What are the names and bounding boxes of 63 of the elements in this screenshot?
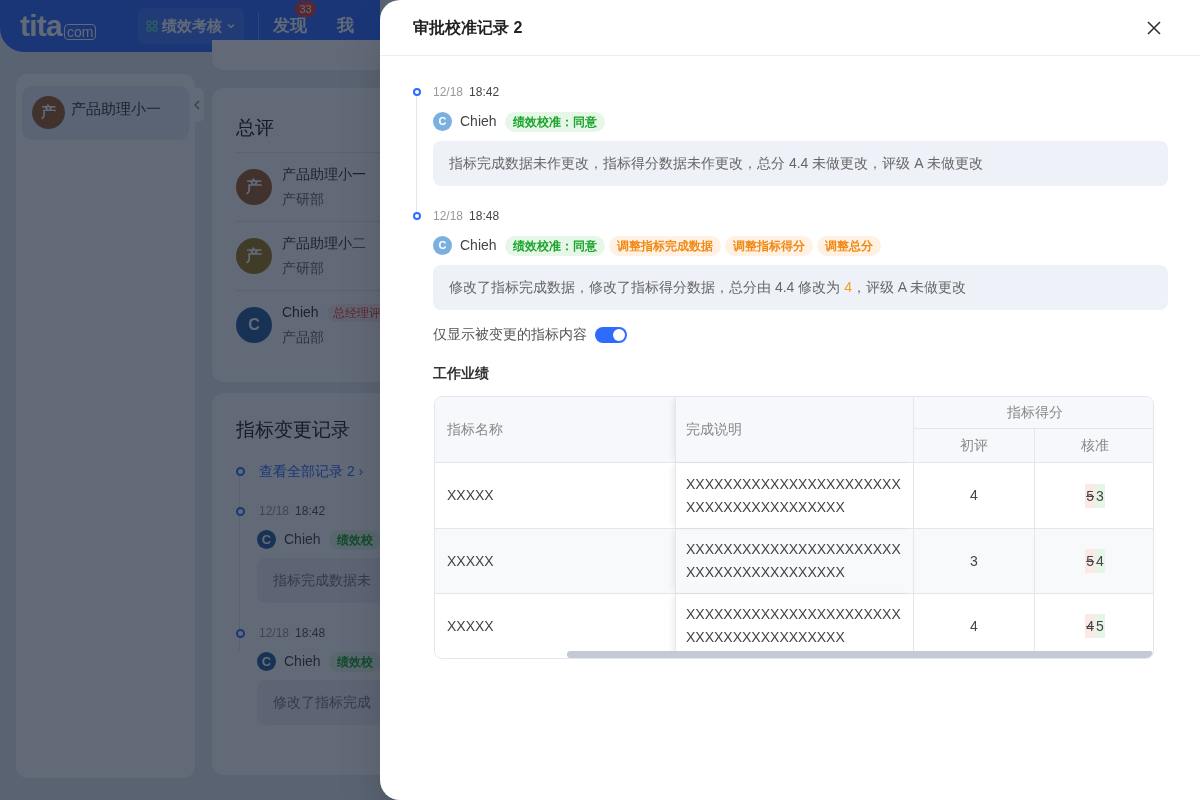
section-title: 工作业绩 [433,364,490,383]
logo: tita [20,11,62,41]
nav-link[interactable]: 我 [337,16,355,36]
avatar: 产 [236,169,272,205]
avatar: 产 [32,96,65,129]
card-title: 总评 [236,116,275,140]
card-title: 指标变更记录 [236,417,350,442]
old-value: 5 [1085,483,1095,508]
view-all-link[interactable]: 查看全部记录 2 › [259,460,364,482]
summary-text: 指标完成数据未作更改，指标得分数据未作更改，总分 4.4 未做更改，评级 A 未做更改 [433,141,1168,186]
column-header: 完成说明 [675,397,913,462]
logo-suffix: com [64,24,97,40]
person-name: 产品助理小一 [282,165,366,184]
nav-link[interactable]: 发现 [273,16,308,36]
status-tag: 绩效校准：同意 [504,235,605,256]
table-cell-text: XXXXX [446,616,495,636]
table-cell-text: XXXXX [446,486,495,505]
chevron-down-icon [226,21,237,31]
toggle-switch[interactable] [595,326,627,343]
status-tag: 调整总分 [816,235,881,256]
avatar: 产 [236,238,272,274]
time: 18:42 [469,84,500,101]
summary-text: 修改了指标完成数据，修改了指标得分数据，总分由 4.4 修改为 4，评级 A 未做更改 [433,265,1168,310]
date: 12/18 [433,84,464,101]
close-icon [1146,19,1162,36]
column-header: 核准 [1034,429,1153,462]
time: 18:42 [295,503,326,520]
apps-icon [146,20,159,32]
status-tag: 绩效校准：同意 [504,111,605,132]
avatar: C [236,307,272,343]
person-name: Chieh [282,303,319,322]
new-value: 4 [1095,549,1105,573]
table-cell-text: XXXXXXXXXXXXXXXXXXXXXXXXXXXXXXXXXXXXXXXX [686,605,902,647]
avatar: C [257,652,276,671]
user-name: Chieh [284,530,321,549]
avatar: C [433,236,452,255]
user-name: Chieh [284,652,321,671]
avatar: C [433,112,452,131]
column-header: 初评 [913,429,1034,462]
user-name: Chieh [460,112,497,131]
old-value: 5 [1085,549,1095,573]
status-tag: 调整指标得分 [724,235,813,256]
scrollbar[interactable] [567,651,1153,658]
column-header: 指标名称 [446,420,504,439]
user-name: Chieh [460,236,497,255]
date: 12/18 [433,208,464,225]
column-header: 指标得分 [913,397,1153,429]
notification-badge: 33 [295,1,316,18]
time: 18:48 [469,208,500,225]
chevron-left-icon [193,100,201,110]
table-cell-text: XXXXXXXXXXXXXXXXXXXXXXXXXXXXXXXXXXXXXXXX [686,474,902,517]
status-tag: 调整指标完成数据 [608,235,721,256]
avatar: C [257,530,276,549]
drawer-title: 审批校准记录 2 [413,17,523,38]
status-tag: 绩效校 [328,529,380,550]
table-cell-text: XXXXXXXXXXXXXXXXXXXXXXXXXXXXXXXXXXXXXXXX [686,540,902,582]
new-value: 3 [1095,483,1105,508]
table-cell-text: XXXXX [446,551,495,571]
toggle-label: 仅显示被变更的指标内容 [433,325,587,344]
time: 18:48 [295,625,326,642]
new-value: 5 [1095,614,1105,638]
old-value: 4 [1085,614,1095,638]
status-tag: 绩效校 [328,651,380,672]
